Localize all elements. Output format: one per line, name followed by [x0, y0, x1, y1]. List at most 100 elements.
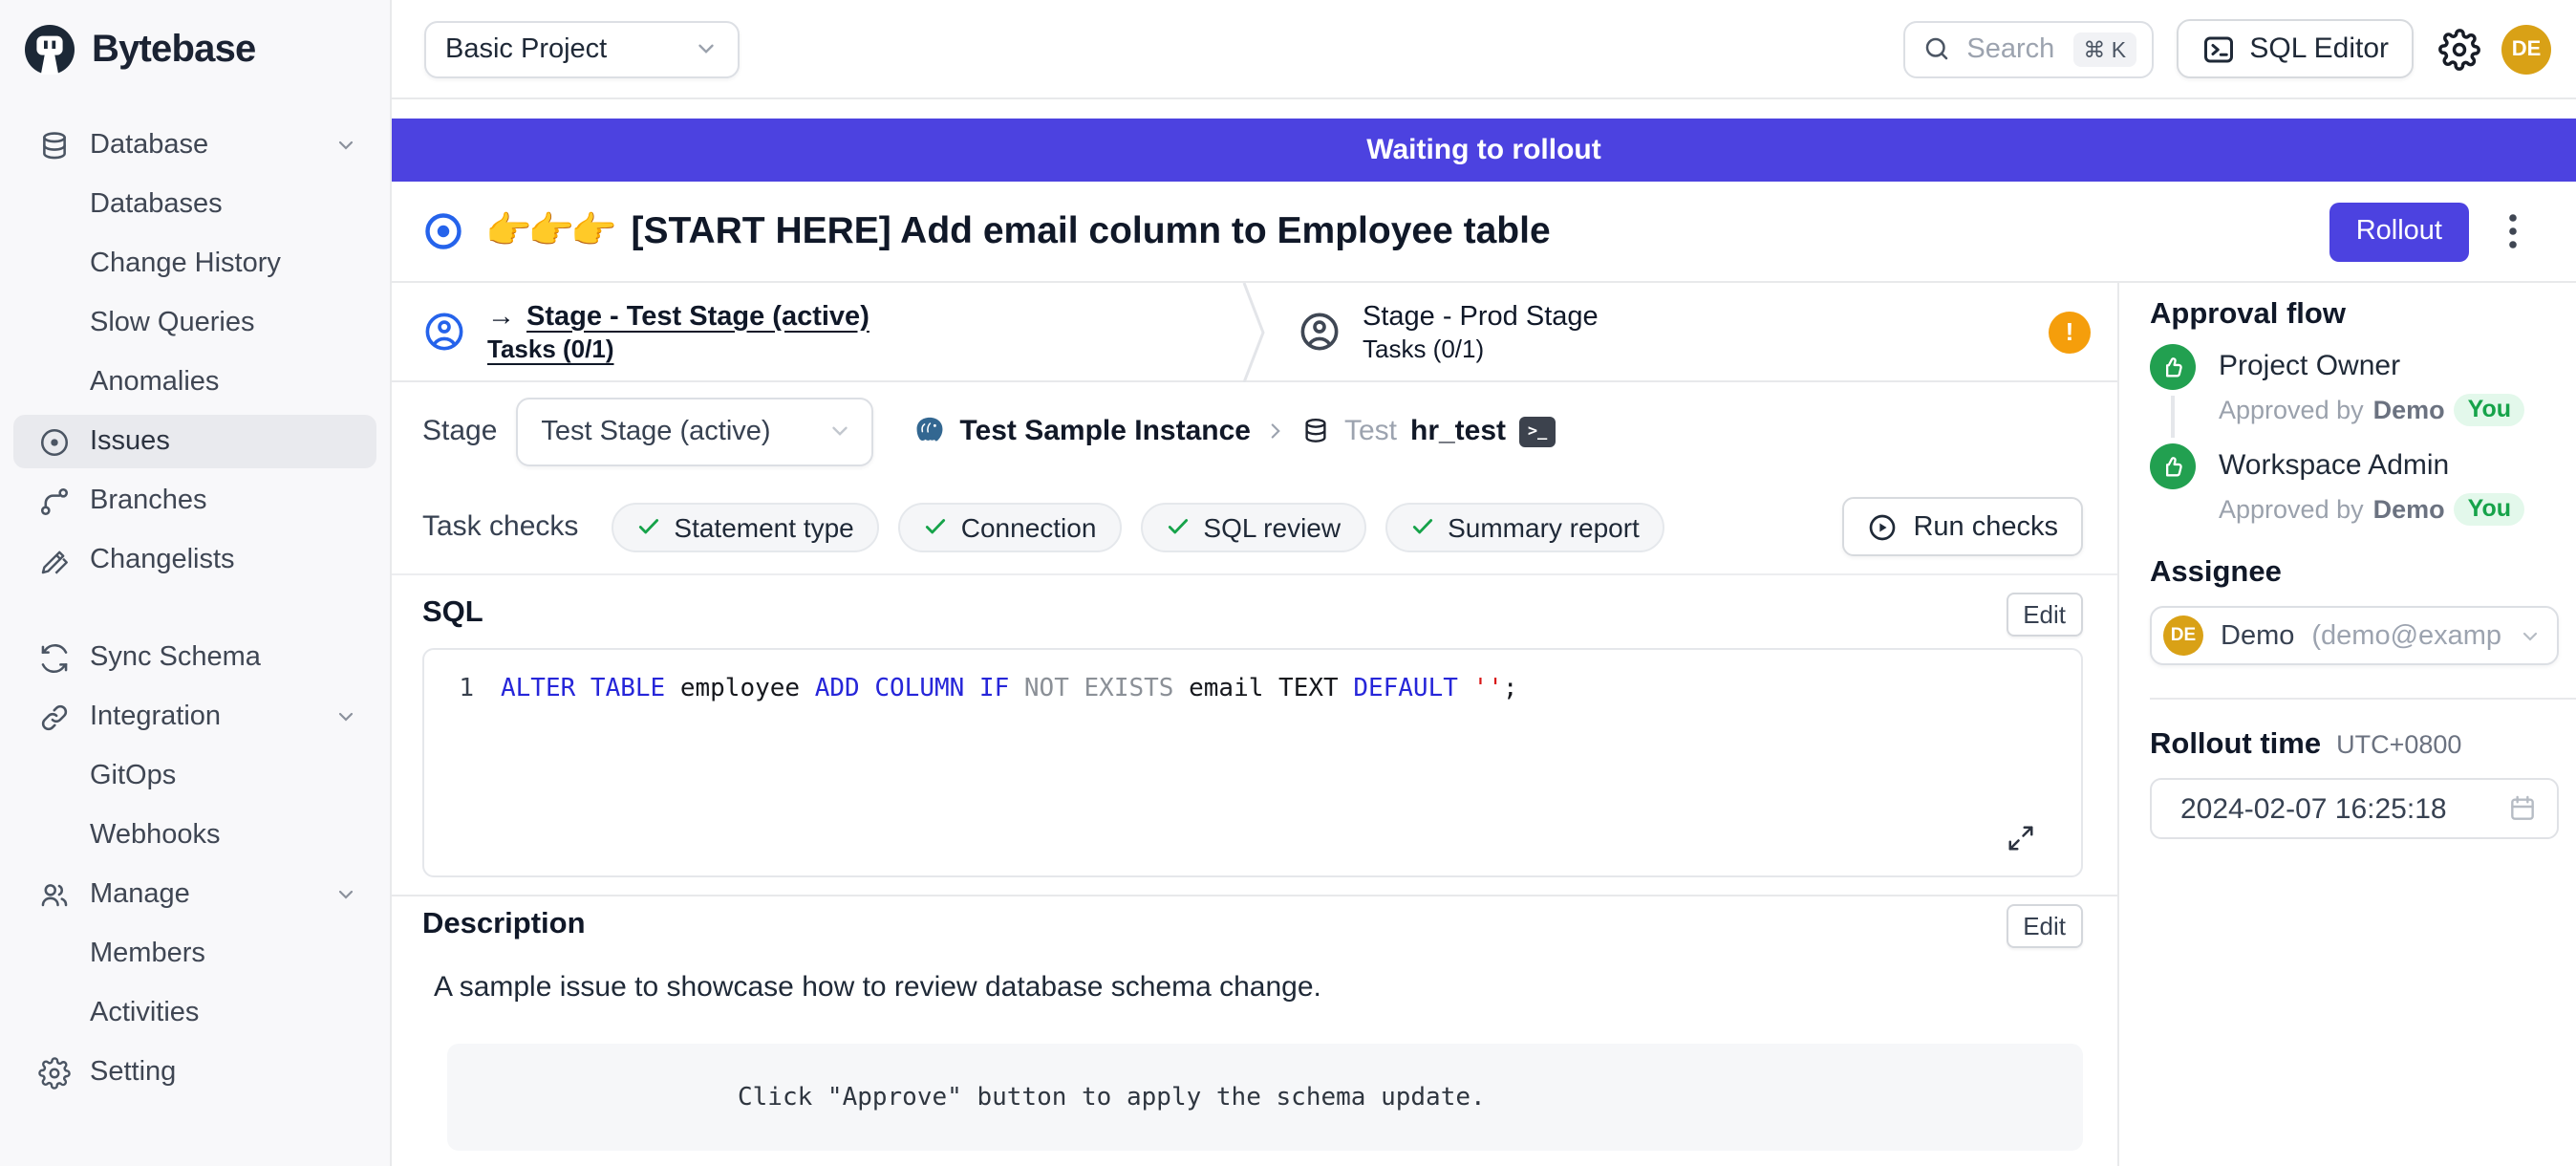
assignee-select[interactable]: DE Demo (demo@example	[2150, 606, 2559, 665]
expand-editor-icon[interactable]	[2007, 824, 2035, 853]
pointing-emoji: 👉👉👉	[485, 210, 613, 252]
tab-test-stage[interactable]: → Stage - Test Stage (active) Tasks (0/1)	[392, 283, 1242, 380]
description-section-header: Description Edit	[392, 904, 2117, 946]
stage-link[interactable]: Stage - Test Stage (active)	[526, 301, 869, 332]
stage-tabs: → Stage - Test Stage (active) Tasks (0/1)…	[392, 283, 2117, 382]
play-circle-icon	[1867, 511, 1898, 542]
calendar-icon	[2507, 793, 2538, 824]
approval-connector	[2171, 396, 2175, 438]
link-icon	[38, 701, 71, 733]
chevron-down-icon	[694, 36, 719, 61]
chevron-down-icon	[827, 419, 852, 443]
stage-select[interactable]: Test Stage (active)	[516, 397, 873, 465]
sql-code-editor[interactable]: 1 ALTER TABLE employee ADD COLUMN IF NOT…	[422, 648, 2083, 877]
search-input[interactable]: ⌘ K	[1903, 20, 2154, 77]
bytebase-logo-icon	[25, 25, 75, 75]
sidebar-item-setting[interactable]: Setting	[13, 1046, 376, 1099]
rollout-time-input[interactable]: 2024-02-07 16:25:18	[2150, 778, 2559, 839]
chevron-down-icon	[2519, 624, 2542, 647]
database-link[interactable]: hr_test	[1410, 415, 1506, 447]
description-body: A sample issue to showcase how to review…	[434, 971, 2083, 1005]
sidebar-item-branches[interactable]: Branches	[13, 474, 376, 528]
you-badge: You	[2455, 394, 2524, 426]
database-icon	[38, 129, 71, 162]
approval-role: Workspace Admin	[2219, 447, 2524, 484]
workspace: → Stage - Test Stage (active) Tasks (0/1)…	[392, 281, 2576, 1166]
description-heading: Description	[422, 908, 586, 942]
sidebar-item-changelists[interactable]: Changelists	[13, 533, 376, 587]
person-circle-icon	[1298, 310, 1342, 354]
sql-heading: SQL	[422, 596, 483, 631]
issue-side-panel: Approval flow Project Owner Approved by …	[2117, 283, 2576, 1166]
brand-logo[interactable]: Bytebase	[0, 0, 390, 99]
sidebar: Bytebase Database Databases Change Histo…	[0, 0, 392, 1166]
app-window: Bytebase Database Databases Change Histo…	[0, 0, 2576, 1166]
approval-step: Project Owner Approved by Demo You	[2150, 344, 2557, 443]
settings-gear-icon[interactable]	[2438, 28, 2480, 70]
approval-status: Approved by Demo You	[2219, 493, 2524, 526]
rollout-time-heading: Rollout time UTC+0800	[2150, 728, 2557, 763]
sql-code-line: 1 ALTER TABLE employee ADD COLUMN IF NOT…	[424, 650, 2081, 705]
run-checks-button[interactable]: Run checks	[1842, 497, 2083, 556]
sync-refresh-icon	[38, 641, 71, 674]
description-edit-button[interactable]: Edit	[2006, 903, 2083, 947]
open-sql-editor-icon[interactable]: >_	[1519, 416, 1556, 446]
sql-edit-button[interactable]: Edit	[2006, 592, 2083, 636]
sql-statement: ALTER TABLE employee ADD COLUMN IF NOT E…	[501, 675, 1518, 705]
project-select[interactable]: Basic Project	[424, 20, 740, 77]
stage-label: Stage	[422, 415, 497, 447]
issue-open-icon	[422, 210, 464, 252]
git-branch-icon	[38, 485, 71, 517]
chevron-down-icon	[334, 883, 357, 906]
sidebar-item-slow-queries[interactable]: Slow Queries	[13, 296, 376, 350]
check-summary-report[interactable]: Summary report	[1385, 502, 1664, 551]
sidebar-item-databases[interactable]: Databases	[13, 178, 376, 231]
rollout-button[interactable]: Rollout	[2329, 202, 2469, 261]
chevron-down-icon	[334, 705, 357, 728]
approval-flow-heading: Approval flow	[2150, 298, 2557, 333]
approved-thumbs-up-icon	[2150, 443, 2196, 489]
tab-prod-stage[interactable]: Stage - Prod Stage Tasks (0/1) !	[1267, 283, 2117, 380]
sidebar-item-integration[interactable]: Integration	[13, 690, 376, 744]
task-checks-label: Task checks	[422, 510, 578, 543]
check-connection[interactable]: Connection	[898, 502, 1122, 551]
sidebar-item-issues[interactable]: Issues	[13, 415, 376, 468]
active-arrow: →	[487, 301, 515, 332]
check-statement-type[interactable]: Statement type	[611, 502, 878, 551]
tab-separator	[1242, 283, 1267, 380]
sidebar-item-sync-schema[interactable]: Sync Schema	[13, 631, 376, 684]
check-icon	[923, 514, 948, 539]
sidebar-nav: Database Databases Change History Slow Q…	[0, 99, 390, 1099]
sidebar-item-change-history[interactable]: Change History	[13, 237, 376, 291]
search-field[interactable]	[1963, 32, 2062, 66]
approved-thumbs-up-icon	[2150, 344, 2196, 390]
instance-link[interactable]: Test Sample Instance	[959, 415, 1251, 447]
warning-badge: !	[2049, 311, 2091, 353]
person-circle-icon	[422, 310, 466, 354]
section-divider	[392, 895, 2117, 896]
changelist-pencils-icon	[38, 544, 71, 576]
task-checks-row: Task checks Statement type Connection SQ…	[392, 480, 2117, 575]
sidebar-item-database[interactable]: Database	[13, 119, 376, 172]
chevron-down-icon	[334, 134, 357, 157]
you-badge: You	[2455, 493, 2524, 526]
sidebar-item-gitops[interactable]: GitOps	[13, 749, 376, 803]
sidebar-item-members[interactable]: Members	[13, 927, 376, 981]
sidebar-item-manage[interactable]: Manage	[13, 868, 376, 921]
sidebar-item-anomalies[interactable]: Anomalies	[13, 356, 376, 409]
assignee-avatar: DE	[2163, 615, 2203, 656]
terminal-square-icon	[2201, 32, 2236, 66]
users-icon	[38, 878, 71, 911]
sql-editor-button[interactable]: SQL Editor	[2177, 19, 2414, 78]
tasks-link[interactable]: Tasks (0/1)	[487, 334, 869, 362]
sidebar-item-webhooks[interactable]: Webhooks	[13, 809, 376, 862]
kebab-menu-icon[interactable]	[2507, 210, 2519, 252]
main-column: → Stage - Test Stage (active) Tasks (0/1)…	[392, 283, 2117, 1166]
check-sql-review[interactable]: SQL review	[1140, 502, 1365, 551]
timezone-label: UTC+0800	[2336, 728, 2461, 763]
sidebar-item-activities[interactable]: Activities	[13, 986, 376, 1040]
topbar-actions: ⌘ K SQL Editor DE	[1903, 19, 2551, 78]
user-avatar[interactable]: DE	[2501, 24, 2551, 74]
approval-role: Project Owner	[2219, 348, 2524, 384]
line-number: 1	[451, 675, 474, 705]
